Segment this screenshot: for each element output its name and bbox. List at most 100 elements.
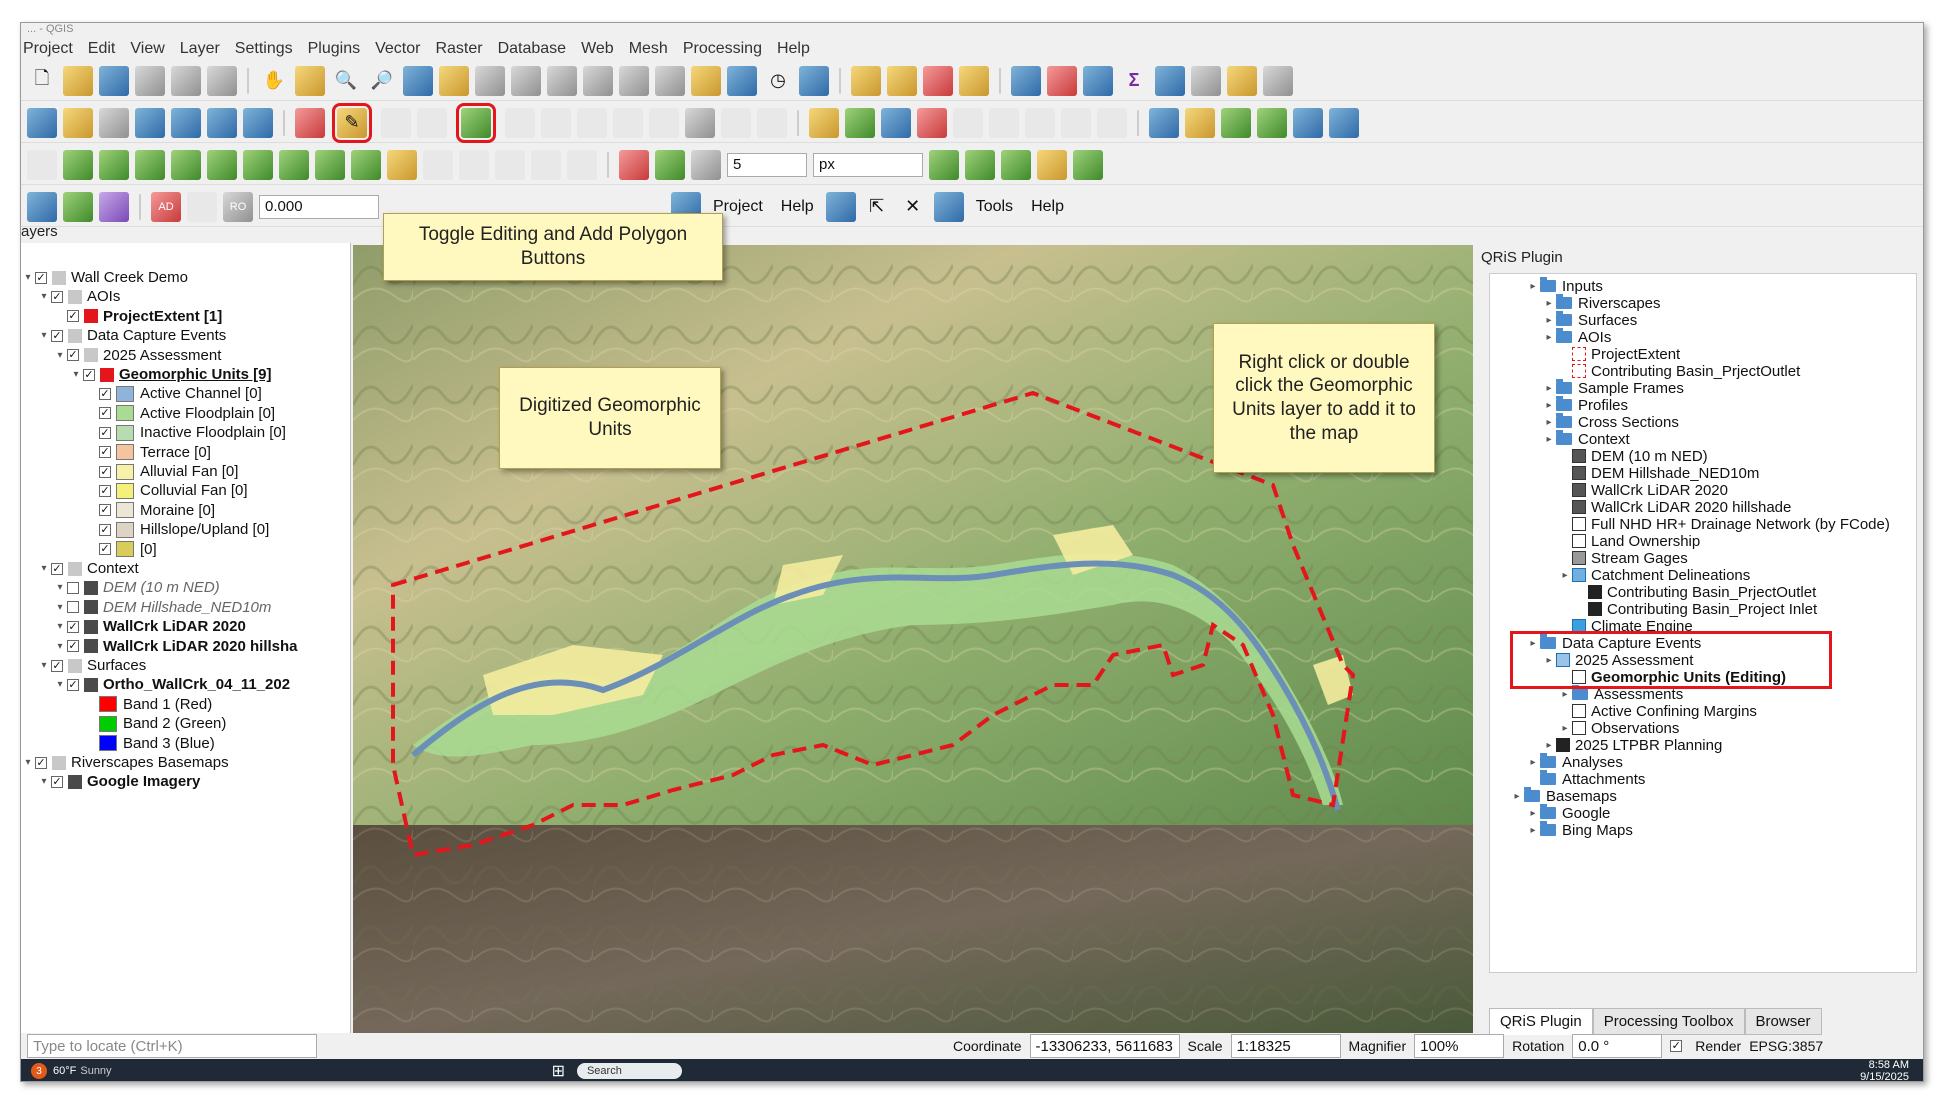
locate-search-input[interactable]: Type to locate (Ctrl+K) [27, 1034, 317, 1058]
network-icon[interactable] [63, 191, 93, 222]
layer-row[interactable]: ▾ ✓ Riverscapes Basemaps [21, 752, 228, 773]
vertex-tool-icon[interactable] [505, 107, 535, 138]
ad-button[interactable]: AD [151, 191, 181, 222]
self-snapping-icon[interactable] [965, 149, 995, 180]
sync-plugin-icon[interactable] [1221, 107, 1251, 138]
new-3d-map-icon[interactable] [655, 65, 685, 96]
tab-processing-toolbox[interactable]: Processing Toolbox [1592, 1008, 1745, 1035]
layer-visibility-checkbox[interactable]: ✓ [99, 387, 111, 400]
expand-arrow-icon[interactable]: ▸ [1526, 757, 1540, 768]
crs-button[interactable]: EPSG:3857 [1749, 1038, 1823, 1054]
layer-row[interactable]: ✓ Active Channel [0] [85, 383, 262, 404]
settings-gear-icon[interactable] [1083, 65, 1113, 96]
pin-labels-icon[interactable] [953, 107, 983, 138]
fill-ring-icon[interactable] [135, 149, 165, 180]
current-edits-icon[interactable] [295, 107, 325, 138]
expand-arrow-icon[interactable]: ▾ [53, 641, 67, 652]
expand-arrow-icon[interactable]: ▸ [1542, 740, 1556, 751]
menu-edit[interactable]: Edit [88, 40, 116, 58]
expand-arrow-icon[interactable]: ▸ [1558, 723, 1572, 734]
zoom-next-icon[interactable] [583, 65, 613, 96]
menu-view[interactable]: View [130, 40, 164, 58]
offset-curve-icon[interactable] [351, 149, 381, 180]
grid-layout-icon[interactable] [99, 191, 129, 222]
expand-arrow-icon[interactable]: ▸ [1510, 791, 1524, 802]
ro-button[interactable]: RO [223, 191, 253, 222]
windows-start-icon[interactable]: ⊞ [552, 1061, 565, 1081]
attribute-table-icon[interactable] [1047, 65, 1077, 96]
refresh-icon[interactable] [799, 65, 829, 96]
style-manager-icon[interactable] [207, 65, 237, 96]
layer-visibility-checkbox[interactable] [67, 581, 79, 594]
open-external-icon[interactable]: ⇱ [862, 192, 892, 222]
expand-arrow-icon[interactable]: ▾ [21, 757, 35, 768]
expand-arrow-icon[interactable]: ▾ [53, 621, 67, 632]
label-toolbar-abc-icon[interactable] [809, 107, 839, 138]
layer-visibility-checkbox[interactable]: ✓ [51, 562, 63, 575]
expand-arrow-icon[interactable]: ▾ [53, 582, 67, 593]
split-parts-icon[interactable] [423, 149, 453, 180]
advanced-digitizing-icon[interactable] [27, 149, 57, 180]
help-menu-button[interactable]: Help [775, 198, 820, 216]
reshape-feature-icon[interactable] [315, 149, 345, 180]
menu-raster[interactable]: Raster [435, 40, 482, 58]
expand-arrow-icon[interactable]: ▾ [37, 660, 51, 671]
add-database-layer-icon[interactable] [171, 107, 201, 138]
expand-arrow-icon[interactable]: ▾ [37, 563, 51, 574]
measure-line-icon[interactable] [1191, 65, 1221, 96]
layer-row[interactable]: ✓ Colluvial Fan [0] [85, 480, 248, 501]
paste-features-icon[interactable] [685, 107, 715, 138]
expand-arrow-icon[interactable]: ▾ [69, 369, 83, 380]
menu-web[interactable]: Web [581, 40, 614, 58]
layer-visibility-checkbox[interactable] [67, 601, 79, 614]
layer-visibility-checkbox[interactable]: ✓ [67, 349, 79, 362]
qris-plugin-icon[interactable] [1329, 107, 1359, 138]
layer-visibility-checkbox[interactable]: ✓ [99, 465, 111, 478]
taskbar-search[interactable]: Search [576, 1063, 682, 1079]
snap-vertex-icon[interactable] [691, 149, 721, 180]
save-project-icon[interactable] [99, 65, 129, 96]
layer-row[interactable]: ▾ ✓ Data Capture Events [37, 325, 226, 346]
move-label-icon[interactable] [1025, 107, 1055, 138]
rotate-label-icon[interactable] [1061, 107, 1091, 138]
tools-menu-button[interactable]: Tools [970, 198, 1019, 216]
layer-visibility-checkbox[interactable]: ✓ [67, 678, 79, 691]
select-location-icon[interactable] [959, 65, 989, 96]
expand-arrow-icon[interactable]: ▾ [37, 291, 51, 302]
layer-visibility-checkbox[interactable]: ✓ [51, 775, 63, 788]
intersection-icon[interactable] [1001, 149, 1031, 180]
expand-arrow-icon[interactable]: ▸ [1542, 417, 1556, 428]
identify-features-icon[interactable] [1011, 65, 1041, 96]
layer-row[interactable]: ▾ ✓ WallCrk LiDAR 2020 [53, 616, 245, 637]
expand-arrow-icon[interactable]: ▾ [53, 602, 67, 613]
trim-extend-icon[interactable] [567, 149, 597, 180]
layer-row[interactable]: ▾ ✓ Wall Creek Demo [21, 267, 187, 288]
show-hide-labels-icon[interactable] [989, 107, 1019, 138]
label-abc-red-icon[interactable] [917, 107, 947, 138]
copy-features-icon[interactable] [649, 107, 679, 138]
layer-row[interactable]: Band 2 (Green) [85, 713, 226, 734]
layer-row[interactable]: ✓ [0] [85, 539, 157, 560]
expand-arrow-icon[interactable]: ▾ [37, 776, 51, 787]
layer-row[interactable]: ✓ Active Floodplain [0] [85, 403, 275, 424]
diagram-options-icon[interactable] [845, 107, 875, 138]
zoom-out-icon[interactable]: 🔎 [367, 66, 397, 96]
weather-badge[interactable]: 3 [31, 1063, 47, 1079]
expand-arrow-icon[interactable]: ▸ [1542, 434, 1556, 445]
menu-plugins[interactable]: Plugins [308, 40, 360, 58]
layer-row[interactable]: ✓ Inactive Floodplain [0] [85, 422, 286, 443]
merge-features-icon[interactable] [459, 149, 489, 180]
save-edits-icon[interactable] [381, 107, 411, 138]
bookmark-icon[interactable] [691, 65, 721, 96]
trace-icon[interactable] [1037, 149, 1067, 180]
expand-arrow-icon[interactable]: ▸ [1542, 298, 1556, 309]
expand-arrow-icon[interactable]: ▾ [53, 679, 67, 690]
layer-row[interactable]: ▾ ✓ WallCrk LiDAR 2020 hillsha [53, 636, 297, 657]
opacity-input[interactable]: 0.000 [259, 194, 379, 219]
select-features-icon[interactable] [851, 65, 881, 96]
menu-settings[interactable]: Settings [235, 40, 293, 58]
delete-ring-icon[interactable] [243, 149, 273, 180]
riverscapes-tools-icon[interactable] [933, 191, 964, 222]
help2-menu-button[interactable]: Help [1025, 198, 1070, 216]
zoom-layer-icon[interactable] [475, 65, 505, 96]
